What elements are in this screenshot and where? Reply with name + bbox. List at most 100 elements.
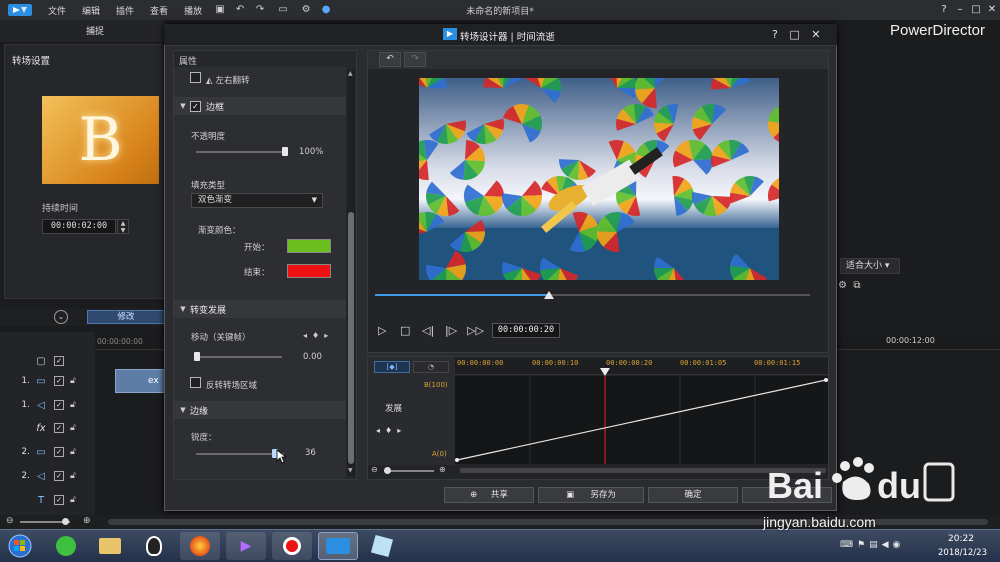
sharpness-slider[interactable] [196, 453, 284, 455]
account-icon[interactable]: ● [319, 4, 333, 16]
next-frame-icon[interactable]: |▷ [445, 324, 457, 337]
undo-icon[interactable]: ↶ [233, 4, 247, 16]
share-button[interactable]: ⊕ 共享 [444, 487, 534, 503]
settings-gear-icon[interactable]: ⚙ [838, 280, 847, 291]
add-keyframe-icon[interactable]: ♦ [312, 331, 324, 340]
powerdirector-logo-icon[interactable] [0, 0, 40, 20]
undo-button[interactable]: ↶ [379, 52, 401, 67]
scroll-down-arrow-icon[interactable]: ▼ [348, 467, 353, 474]
lock-icon[interactable]: 🔓︎ [70, 376, 76, 386]
flip-checkbox[interactable] [190, 72, 201, 83]
redo-button[interactable]: ↷ [404, 52, 426, 67]
app-360-icon[interactable] [46, 532, 86, 560]
help-icon[interactable]: ? [936, 0, 952, 20]
track-enable-checkbox[interactable]: ✓ [54, 495, 64, 505]
fill-type-select[interactable]: 双色渐变 ▼ [191, 193, 323, 208]
notes-app-icon[interactable] [362, 532, 402, 560]
chevron-down-icon[interactable]: ⌄ [54, 310, 68, 324]
start-button-icon[interactable] [4, 532, 36, 560]
minimize-icon[interactable]: – [952, 0, 968, 20]
duration-input[interactable]: 00:00:02:00 [42, 219, 116, 234]
opacity-slider[interactable] [196, 151, 286, 153]
fit-size-select[interactable]: 适合大小 ▾ [840, 258, 900, 274]
external-window-icon[interactable]: ⧉ [853, 280, 860, 291]
lock-icon[interactable]: 🔓︎ [70, 471, 76, 481]
firefox-icon[interactable] [180, 532, 220, 560]
powerdirector-taskbar-icon[interactable] [318, 532, 358, 560]
save-icon[interactable]: ▣ [213, 4, 227, 16]
keyframe-graph[interactable] [455, 376, 828, 464]
section-progress[interactable]: ▼ 转变发展 [174, 300, 346, 318]
lock-icon[interactable]: 🔓︎ [70, 495, 76, 505]
section-border[interactable]: ▼ ✓ 边框 [174, 97, 346, 115]
keyframe-tab-settings[interactable]: ◔ [413, 361, 449, 373]
preview-scrub-knob[interactable] [544, 291, 554, 299]
kf-zoom-slider[interactable] [384, 470, 434, 472]
maximize-icon[interactable]: □ [789, 28, 799, 41]
prev-keyframe-icon[interactable]: ◂ [376, 426, 385, 435]
lock-icon[interactable]: 🔓︎ [70, 447, 76, 457]
lock-icon[interactable]: 🔓︎ [70, 400, 76, 410]
section-edge[interactable]: ▼ 边缘 [174, 401, 346, 419]
track-enable-checkbox[interactable]: ✓ [54, 471, 64, 481]
record-icon[interactable] [272, 532, 312, 560]
kf-zoom-out-icon[interactable]: ⊖ [371, 465, 378, 474]
track-enable-checkbox[interactable]: ✓ [54, 356, 64, 366]
gradient-start-color-swatch[interactable] [287, 239, 331, 253]
timeline-clip[interactable]: ex [115, 369, 167, 393]
next-keyframe-icon[interactable]: ▸ [397, 426, 406, 435]
collapse-triangle-icon[interactable]: ▼ [176, 102, 190, 110]
qq-icon[interactable] [134, 532, 174, 560]
properties-scroll-thumb[interactable] [348, 212, 354, 464]
stop-icon[interactable]: □ [400, 324, 410, 337]
aspect-ratio-icon[interactable]: ▭ [273, 4, 293, 16]
menu-view[interactable]: 查看 [142, 4, 176, 17]
zoom-in-icon[interactable]: ⊕ [83, 516, 91, 526]
close-icon[interactable]: ✕ [984, 0, 1000, 20]
keyframe-tab-main[interactable]: [◆] [374, 361, 410, 373]
display-toggle-icon[interactable]: ▢ [34, 356, 48, 367]
zoom-out-icon[interactable]: ⊖ [6, 516, 14, 526]
move-slider-knob[interactable] [194, 352, 200, 361]
menu-edit[interactable]: 编辑 [74, 4, 108, 17]
clock-date[interactable]: 2018/12/23 [938, 548, 987, 558]
close-icon[interactable]: ✕ [811, 28, 820, 41]
kf-zoom-in-icon[interactable]: ⊕ [439, 465, 446, 474]
playhead-marker-icon[interactable] [600, 368, 610, 376]
collapse-triangle-icon[interactable]: ▼ [176, 406, 190, 414]
collapse-triangle-icon[interactable]: ▼ [176, 305, 190, 313]
zoom-slider-knob[interactable] [62, 518, 69, 525]
track-enable-checkbox[interactable]: ✓ [54, 447, 64, 457]
kf-zoom-knob[interactable] [384, 467, 391, 474]
prev-frame-icon[interactable]: ◁| [422, 324, 434, 337]
duration-spinner[interactable]: ▲ ▼ [117, 219, 129, 234]
menu-playback[interactable]: 播放 [176, 4, 210, 17]
maximize-icon[interactable]: □ [968, 0, 984, 20]
menu-plugins[interactable]: 插件 [108, 4, 142, 17]
help-icon[interactable]: ? [772, 28, 778, 41]
modify-button[interactable]: 修改 [87, 310, 165, 324]
redo-icon[interactable]: ↷ [253, 4, 267, 16]
file-explorer-icon[interactable] [90, 532, 130, 560]
ok-button[interactable]: 确定 [648, 487, 738, 503]
scroll-up-arrow-icon[interactable]: ▲ [348, 70, 353, 77]
media-app-icon[interactable]: ▶ [226, 532, 266, 560]
settings-gear-icon[interactable]: ⚙ [299, 4, 313, 16]
next-keyframe-icon[interactable]: ▸ [324, 331, 333, 340]
preview-timecode[interactable]: 00:00:00:20 [492, 323, 560, 338]
fast-forward-icon[interactable]: ▷▷ [467, 324, 484, 337]
opacity-slider-knob[interactable] [282, 147, 288, 156]
gradient-end-color-swatch[interactable] [287, 264, 331, 278]
reverse-checkbox[interactable] [190, 377, 201, 388]
track-enable-checkbox[interactable]: ✓ [54, 400, 64, 410]
save-as-button[interactable]: ▣ 另存为 [538, 487, 644, 503]
add-keyframe-icon[interactable]: ♦ [385, 426, 397, 435]
border-checkbox[interactable]: ✓ [190, 100, 201, 112]
play-icon[interactable]: ▷ [378, 324, 386, 337]
move-slider[interactable] [194, 356, 282, 358]
track-enable-checkbox[interactable]: ✓ [54, 376, 64, 386]
prev-keyframe-icon[interactable]: ◂ [303, 331, 312, 340]
menu-file[interactable]: 文件 [40, 4, 74, 17]
tab-capture[interactable]: 捕捉 [86, 24, 104, 37]
lock-icon[interactable]: 🔓︎ [70, 423, 76, 433]
